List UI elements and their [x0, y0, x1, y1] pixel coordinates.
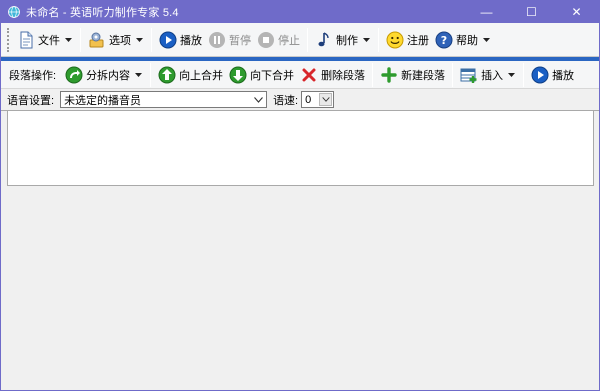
help-icon: ?	[435, 31, 453, 49]
pause-icon	[208, 31, 226, 49]
title-bar: 未命名 - 英语听力制作专家 5.4 — ☐ ✕	[1, 1, 599, 23]
play-button[interactable]: 播放	[156, 27, 205, 53]
play-label: 播放	[180, 34, 202, 47]
chevron-down-icon	[134, 37, 144, 42]
toolbar-separator	[151, 27, 152, 52]
split-arrow-icon	[65, 66, 83, 84]
insert-menu-button[interactable]: 插入	[457, 62, 519, 88]
stop-icon	[257, 31, 275, 49]
stop-label: 停止	[278, 34, 300, 47]
play-icon	[531, 66, 549, 84]
window-title: 未命名 - 英语听力制作专家 5.4	[26, 7, 179, 19]
speed-select-value: 0	[305, 93, 312, 106]
speed-select[interactable]: 0	[301, 91, 335, 108]
voice-settings-label: 语音设置:	[7, 94, 55, 107]
merge-up-button[interactable]: 向上合并	[155, 62, 226, 88]
new-paragraph-label: 新建段落	[401, 69, 446, 82]
speed-label: 语速:	[273, 94, 299, 107]
close-button[interactable]: ✕	[554, 1, 599, 23]
toolbar-separator	[452, 62, 454, 87]
merge-down-label: 向下合并	[250, 69, 295, 82]
split-content-label: 分拆内容	[86, 69, 131, 82]
paragraph-toolbar: 段落操作: 分拆内容 向上合并 向下合并 删除段落 新建段落 插入 播放	[1, 61, 599, 89]
register-label: 注册	[407, 34, 429, 47]
insert-table-icon	[460, 66, 478, 84]
app-window: 未命名 - 英语听力制作专家 5.4 — ☐ ✕ 文件 选项 播放 暂停 停止 …	[0, 0, 600, 391]
toolbar-separator	[80, 27, 81, 52]
play-icon	[159, 31, 177, 49]
toolbar-separator	[378, 27, 379, 52]
chevron-down-icon	[481, 37, 491, 42]
music-note-icon	[315, 31, 333, 49]
insert-label: 插入	[481, 69, 504, 82]
help-menu-button[interactable]: ? 帮助	[432, 27, 494, 53]
merge-down-button[interactable]: 向下合并	[226, 62, 297, 88]
pause-label: 暂停	[229, 34, 251, 47]
help-label: 帮助	[456, 34, 478, 47]
toolbar-separator	[307, 27, 308, 52]
options-tools-icon	[88, 31, 106, 49]
chevron-down-icon	[63, 37, 73, 42]
register-button[interactable]: 注册	[383, 27, 432, 53]
toolbar-separator	[523, 62, 525, 87]
paragraph-play-button[interactable]: 播放	[528, 62, 577, 88]
file-menu-button[interactable]: 文件	[14, 27, 76, 53]
merge-up-label: 向上合并	[179, 69, 224, 82]
voice-select[interactable]: 未选定的播音员	[60, 91, 268, 108]
options-label: 选项	[109, 34, 131, 47]
main-toolbar: 文件 选项 播放 暂停 停止 制作 注册 ? 帮助	[1, 23, 599, 57]
document-icon	[17, 31, 35, 49]
plus-icon	[380, 66, 398, 84]
voice-settings-row: 语音设置: 未选定的播音员 语速: 0	[1, 89, 599, 111]
smiley-icon	[386, 31, 404, 49]
chevron-down-icon	[361, 37, 371, 42]
options-menu-button[interactable]: 选项	[85, 27, 147, 53]
new-paragraph-button[interactable]: 新建段落	[377, 62, 448, 88]
delete-x-icon	[300, 66, 318, 84]
toolbar-grip[interactable]	[7, 27, 10, 52]
toolbar-separator	[372, 62, 374, 87]
make-menu-button[interactable]: 制作	[312, 27, 374, 53]
pause-button[interactable]: 暂停	[205, 27, 254, 53]
maximize-button[interactable]: ☐	[509, 1, 554, 23]
svg-text:?: ?	[441, 34, 447, 47]
make-label: 制作	[336, 34, 358, 47]
chevron-down-icon	[133, 72, 143, 77]
chevron-down-icon	[319, 93, 333, 106]
paragraph-toolbar-label: 段落操作:	[9, 69, 57, 82]
app-globe-icon	[8, 6, 20, 18]
file-label: 文件	[38, 34, 60, 47]
text-editor-area[interactable]	[7, 111, 594, 186]
minimize-button[interactable]: —	[464, 1, 509, 23]
stop-button[interactable]: 停止	[254, 27, 303, 53]
delete-paragraph-label: 删除段落	[321, 69, 366, 82]
paragraph-panel	[7, 186, 594, 386]
chevron-down-icon	[251, 92, 266, 107]
voice-select-value: 未选定的播音员	[64, 94, 142, 107]
paragraph-play-label: 播放	[552, 69, 575, 82]
split-content-button[interactable]: 分拆内容	[62, 62, 146, 88]
arrow-down-icon	[229, 66, 247, 84]
toolbar-separator	[150, 62, 152, 87]
chevron-down-icon	[506, 72, 516, 77]
arrow-up-icon	[158, 66, 176, 84]
delete-paragraph-button[interactable]: 删除段落	[297, 62, 368, 88]
